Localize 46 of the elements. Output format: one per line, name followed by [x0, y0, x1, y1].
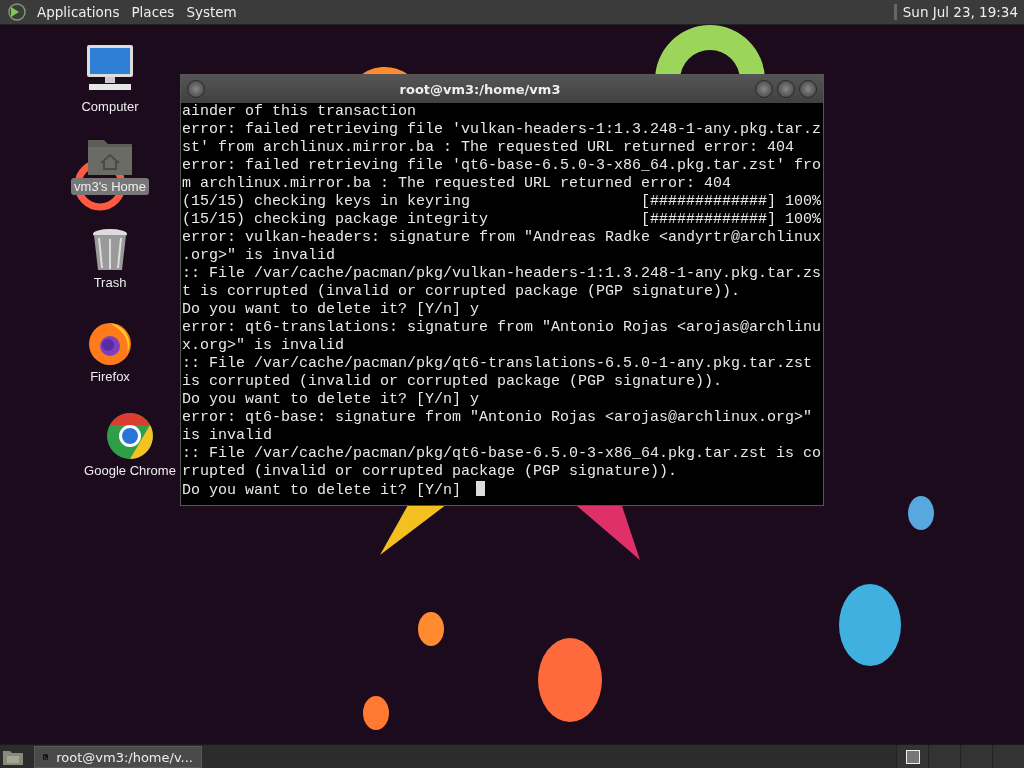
terminal-line: is invalid	[182, 427, 272, 444]
panel-menu[interactable]: System	[180, 4, 243, 20]
terminal-line: Do you want to delete it? [Y/n] y	[182, 301, 480, 318]
window-title: root@vm3:/home/vm3	[398, 81, 562, 97]
terminal-line: m archlinux.mirror.ba : The requested URL returned error: 404	[182, 175, 732, 192]
show-desktop-icon[interactable]	[2, 748, 24, 766]
desktop-icon-label[interactable]: Computer	[78, 98, 142, 115]
terminal-line: error: vulkan-headers: signature from "Andreas Radke <andyrtr@archlinux	[182, 229, 822, 246]
terminal-line: error: failed retrieving file 'qt6-base-6.5.0-3-x86_64.pkg.tar.zst' fro	[182, 157, 822, 174]
desktop-icon-label[interactable]: Google Chrome	[81, 462, 179, 479]
terminal-line: .org>" is invalid	[182, 247, 336, 264]
terminal-line: error: qt6-base: signature from "Antonio Rojas <arojas@archlinux.org>"	[182, 409, 813, 426]
terminal-line: rrupted (invalid or corrupted package (PGP signature)).	[182, 463, 678, 480]
terminal-line: Do you want to delete it? [Y/n]	[182, 482, 463, 499]
taskbar-button[interactable]: root@vm3:/home/v...	[34, 746, 202, 768]
panel-menu[interactable]: Places	[125, 4, 181, 20]
desktop-icon-label[interactable]: Firefox	[87, 368, 133, 385]
terminal-line: :: File /var/cache/pacman/pkg/qt6-translations-6.5.0-1-any.pkg.tar.zst	[182, 355, 813, 372]
terminal-line: :: File /var/cache/pacman/pkg/vulkan-headers-1:1.3.248-1-any.pkg.tar.zs	[182, 265, 822, 282]
browser-icon[interactable]	[106, 412, 154, 460]
wallpaper-bubble	[908, 496, 934, 530]
terminal-line: (15/15) checking keys in keyring [#############] 100%	[182, 193, 822, 210]
panel-menu[interactable]: Applications	[31, 4, 126, 20]
terminal-line: ainder of this transaction	[182, 103, 417, 120]
terminal-line: error: failed retrieving file 'vulkan-headers-1:1.3.248-1-any.pkg.tar.z	[182, 121, 822, 138]
desktop-icon-label[interactable]: vm3's Home	[71, 178, 149, 195]
window-menu-button[interactable]	[187, 80, 205, 98]
terminal-line: :: File /var/cache/pacman/pkg/qt6-base-6.5.0-3-x86_64.pkg.tar.zst is co	[182, 445, 822, 462]
workspace-button[interactable]	[896, 745, 928, 768]
desktop-icon-label[interactable]: Trash	[90, 274, 130, 291]
close-button[interactable]	[799, 80, 817, 98]
terminal-line: error: qt6-translations: signature from "Antonio Rojas <arojas@archlinu	[182, 319, 822, 336]
wallpaper-bubble	[363, 696, 389, 730]
terminal-line: is corrupted (invalid or corrupted package (PGP signature)).	[182, 373, 723, 390]
terminal-line: st' from archlinux.mirror.ba : The requested URL returned error: 404	[182, 139, 795, 156]
terminal-line: t is corrupted (invalid or corrupted package (PGP signature)).	[182, 283, 741, 300]
browser-icon[interactable]	[87, 320, 133, 366]
terminal-line: Do you want to delete it? [Y/n] y	[182, 391, 480, 408]
menu-logo-icon[interactable]	[6, 2, 28, 22]
terminal-line: x.org>" is invalid	[182, 337, 345, 354]
wallpaper-bubble	[418, 612, 444, 646]
maximize-button[interactable]	[777, 80, 795, 98]
minimize-button[interactable]	[755, 80, 773, 98]
terminal-line: (15/15) checking package integrity [#############] 100%	[182, 211, 822, 228]
trash-icon[interactable]	[91, 228, 129, 272]
clock[interactable]: Sun Jul 23, 19:34	[902, 4, 1024, 20]
